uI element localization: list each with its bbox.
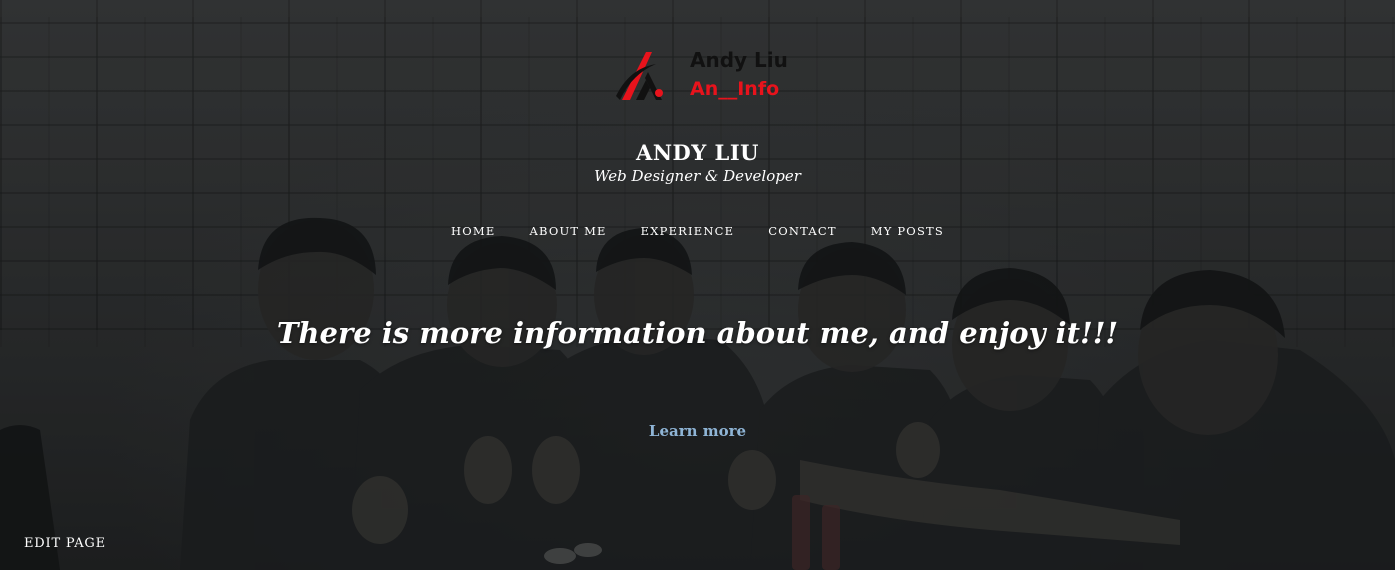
hero-headline: There is more information about me, and … (276, 316, 1119, 350)
logo-name-text: Andy Liu (690, 48, 788, 72)
nav-item-contact[interactable]: CONTACT (768, 224, 837, 238)
hero-banner: Andy Liu An__Info ANDY LIU Web Designer … (0, 0, 1395, 570)
learn-more-container: Learn more (0, 422, 1395, 441)
logo-tagline-text: An__Info (690, 78, 780, 100)
nav-item-experience[interactable]: EXPERIENCE (641, 224, 735, 238)
nav-item-about-me[interactable]: ABOUT ME (529, 224, 606, 238)
nav-item-home[interactable]: HOME (451, 224, 495, 238)
site-logo[interactable]: Andy Liu An__Info (612, 38, 792, 108)
site-title[interactable]: ANDY LIU (0, 140, 1395, 165)
learn-more-link[interactable]: Learn more (649, 422, 746, 440)
edit-page-link[interactable]: EDIT PAGE (24, 536, 106, 551)
logo-mark-icon (616, 52, 663, 100)
main-navigation: HOME ABOUT ME EXPERIENCE CONTACT MY POST… (0, 224, 1395, 238)
site-description: Web Designer & Developer (594, 167, 801, 185)
nav-item-my-posts[interactable]: MY POSTS (871, 224, 944, 238)
